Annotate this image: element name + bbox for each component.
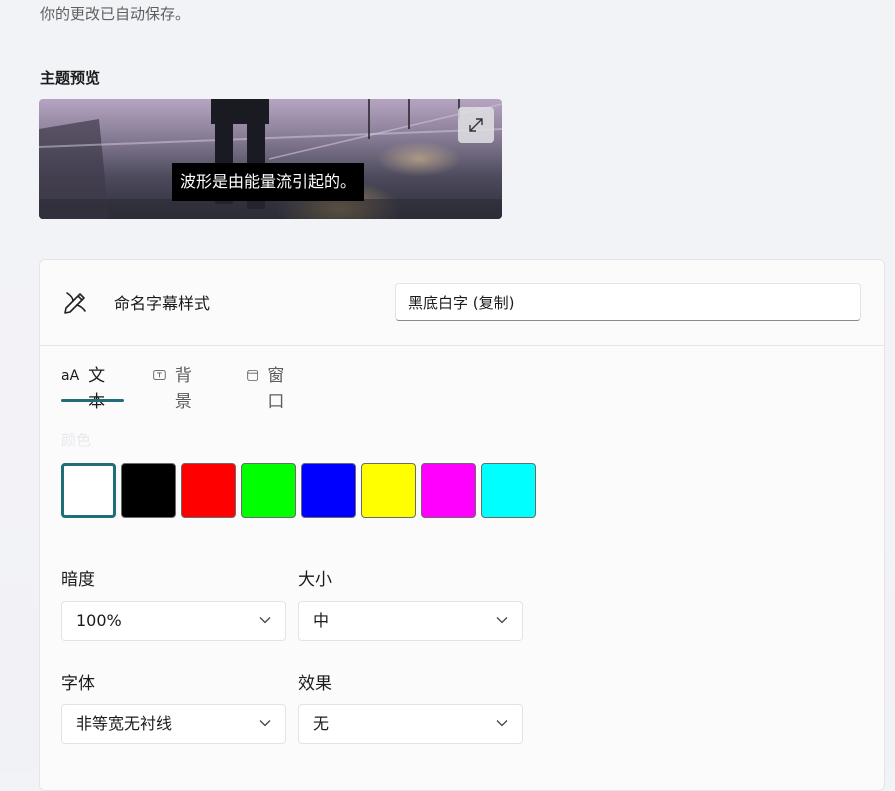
tab-background[interactable]: 背景 [153,363,198,412]
size-value: 中 [313,611,330,630]
color-swatch[interactable] [241,463,296,518]
opacity-label: 暗度 [61,570,95,590]
style-name-input[interactable] [395,283,861,321]
window-icon [247,370,259,381]
effect-dropdown[interactable]: 无 [298,704,523,744]
color-swatch[interactable] [181,463,236,518]
color-swatch[interactable] [301,463,356,518]
chevron-down-icon [259,617,271,624]
color-swatch[interactable] [481,463,536,518]
effect-label: 效果 [298,674,332,694]
size-dropdown[interactable]: 中 [298,601,523,641]
font-label: 字体 [61,674,95,694]
preview-scene [39,99,502,219]
color-swatch[interactable] [421,463,476,518]
font-dropdown[interactable]: 非等宽无衬线 [61,704,286,744]
expand-icon [469,118,483,132]
brush-pen-icon [64,292,86,314]
chevron-down-icon [496,617,508,624]
style-name-label: 命名字幕样式 [114,294,211,313]
chevron-down-icon [259,720,271,727]
active-tab-indicator [61,399,124,402]
color-label: 颜色 [61,431,92,449]
opacity-value: 100% [76,611,122,630]
text-box-icon [153,370,166,380]
caption-sample-text: 波形是由能量流引起的。 [172,163,365,201]
color-swatch[interactable] [61,463,116,518]
autosave-note: 你的更改已自动保存。 [40,5,191,23]
effect-value: 无 [313,714,330,733]
style-name-row: 命名字幕样式 [40,260,884,346]
text-aa-icon: aA [61,368,80,384]
color-swatch[interactable] [121,463,176,518]
tab-window-label: 窗口 [267,366,285,412]
tab-window[interactable]: 窗口 [247,363,290,412]
caption-style-card: 命名字幕样式 aA 文本 背景 窗口 颜色 暗度 100% 大小 [39,259,885,791]
theme-preview-heading: 主题预览 [40,69,101,87]
chevron-down-icon [496,720,508,727]
theme-preview-image: 波形是由能量流引起的。 [39,99,502,219]
tab-background-label: 背景 [174,366,192,412]
font-value: 非等宽无衬线 [76,714,173,733]
tab-text-label: 文本 [88,366,106,412]
tab-text[interactable]: aA 文本 [61,363,124,412]
expand-preview-button[interactable] [458,107,494,143]
color-swatch[interactable] [361,463,416,518]
opacity-dropdown[interactable]: 100% [61,601,286,641]
size-label: 大小 [298,570,332,590]
